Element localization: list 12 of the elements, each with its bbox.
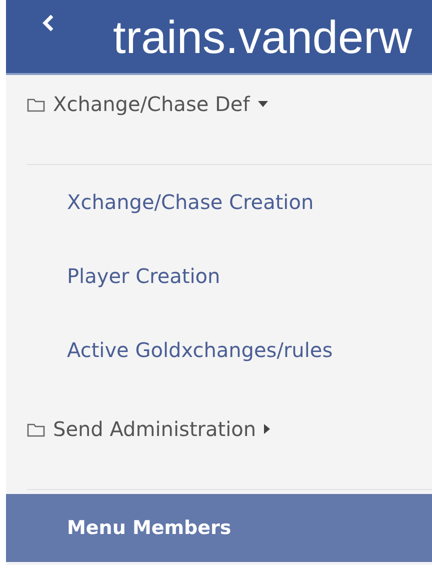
menu-link[interactable]: Menu Members xyxy=(67,514,232,542)
menu-group-toggle[interactable]: Send Administration xyxy=(27,414,270,444)
caret-down-icon xyxy=(258,101,268,107)
folder-icon xyxy=(27,422,45,436)
menu-link[interactable]: Player Creation xyxy=(67,261,220,291)
menu-link[interactable]: Xchange/Chase Creation xyxy=(67,187,314,217)
site-title: trains.vanderw xyxy=(113,14,412,60)
chevron-left-icon xyxy=(41,12,55,33)
menu-link[interactable]: Active Goldxchanges/rules xyxy=(67,335,333,365)
menu-group-toggle[interactable]: Xchange/Chase Def xyxy=(27,89,268,119)
folder-icon xyxy=(27,96,45,112)
caret-right-icon xyxy=(264,424,270,434)
